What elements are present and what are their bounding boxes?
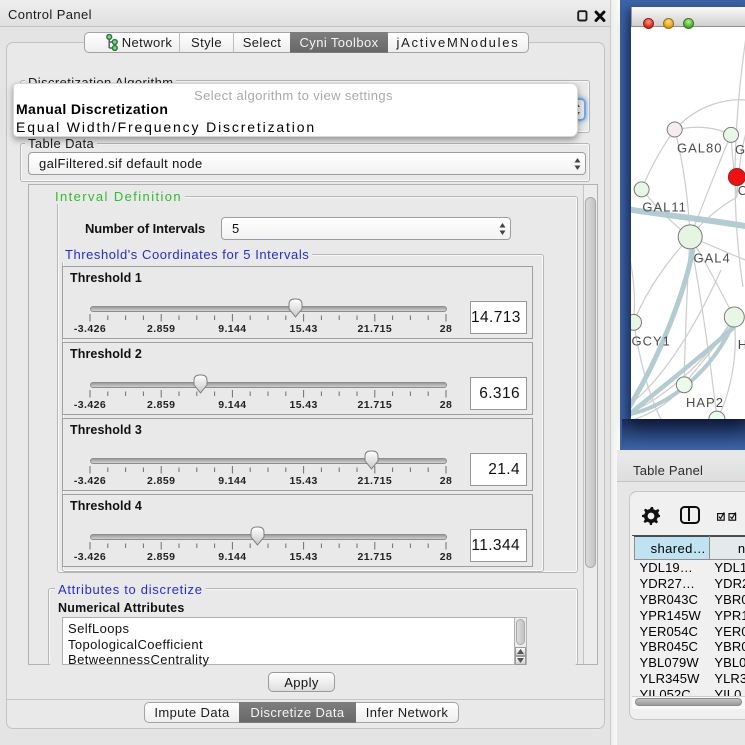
svg-text:GAL11: GAL11: [642, 200, 687, 215]
svg-text:GA: GA: [735, 142, 745, 157]
svg-text:GAL4: GAL4: [694, 251, 731, 266]
svg-text:GCY1: GCY1: [632, 334, 671, 349]
svg-text:GAL80: GAL80: [677, 141, 722, 156]
svg-text:H: H: [738, 337, 745, 352]
svg-text:C: C: [738, 183, 745, 198]
svg-text:HAP2: HAP2: [686, 395, 724, 410]
